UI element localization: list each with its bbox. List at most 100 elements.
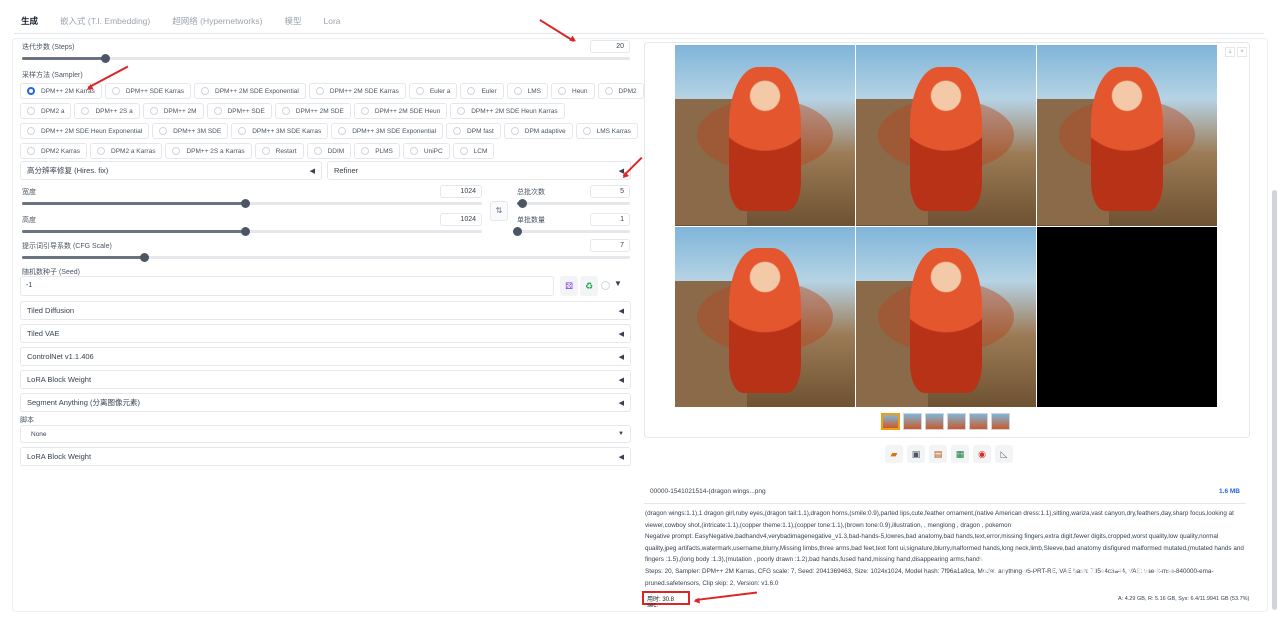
extra-seed-toggle-icon[interactable]: ▼ bbox=[614, 279, 622, 288]
batch-size-input[interactable]: 1 bbox=[590, 213, 630, 226]
sampler-option[interactable]: Euler a bbox=[408, 83, 458, 99]
sampler-option[interactable]: DPM++ 3M SDE bbox=[152, 123, 229, 139]
height-input[interactable]: 1024 bbox=[440, 213, 482, 226]
generated-image-4[interactable] bbox=[675, 226, 855, 407]
thumbnail[interactable] bbox=[969, 413, 988, 430]
tab-models[interactable]: 模型 bbox=[277, 11, 308, 31]
extra-seed-checkbox[interactable] bbox=[601, 281, 610, 290]
height-slider-thumb[interactable] bbox=[240, 227, 250, 236]
output-gallery: ⇣ × ▰ ▣ ▤ ▦ ◉ ◺ bbox=[644, 42, 1250, 463]
steps-slider-thumb[interactable] bbox=[100, 54, 110, 63]
accordion-tiled-vae[interactable]: Tiled VAE ◀ bbox=[20, 324, 631, 343]
tab-hypernetworks[interactable]: 超网络 (Hypernetworks) bbox=[165, 11, 269, 31]
sampler-option[interactable]: DPM++ 3M SDE Karras bbox=[231, 123, 329, 139]
sampler-option[interactable]: DPM++ 3M SDE Exponential bbox=[331, 123, 444, 139]
radio-icon bbox=[238, 127, 247, 135]
height-slider[interactable] bbox=[22, 227, 482, 236]
generated-image-1[interactable] bbox=[675, 45, 855, 226]
radio-icon bbox=[81, 107, 90, 115]
width-slider-thumb[interactable] bbox=[240, 199, 250, 208]
sampler-option[interactable]: LMS bbox=[506, 83, 548, 99]
width-slider[interactable] bbox=[22, 199, 482, 208]
sampler-label: 采样方法 (Sampler) bbox=[22, 72, 83, 79]
dice-random-seed-icon[interactable]: ⚄ bbox=[560, 276, 578, 296]
send-to-inpaint-icon[interactable]: ◉ bbox=[973, 445, 991, 463]
width-input[interactable]: 1024 bbox=[440, 185, 482, 198]
generated-image-5[interactable] bbox=[856, 226, 1036, 407]
accordion-lora-block-weight[interactable]: LoRA Block Weight ◀ bbox=[20, 370, 631, 389]
sampler-option[interactable]: DPM2 a bbox=[20, 103, 72, 119]
tab-generate[interactable]: 生成 bbox=[14, 11, 45, 31]
radio-icon bbox=[415, 87, 424, 95]
download-icon[interactable]: ⇣ bbox=[1225, 47, 1235, 57]
radio-icon bbox=[409, 147, 418, 155]
batch-count-input[interactable]: 5 bbox=[590, 185, 630, 198]
thumbnail[interactable] bbox=[947, 413, 966, 430]
thumbnail[interactable] bbox=[991, 413, 1010, 430]
script-label: 脚本 bbox=[20, 417, 34, 424]
sampler-option[interactable]: DPM++ 2M SDE bbox=[274, 103, 351, 119]
sampler-option[interactable]: DDIM bbox=[306, 143, 352, 159]
hires-fix-accordion[interactable]: 高分辨率修复 (Hires. fix) ◀ bbox=[20, 161, 322, 180]
sampler-option[interactable]: DPM++ 2M SDE Karras bbox=[308, 83, 406, 99]
sampler-option[interactable]: DPM adaptive bbox=[503, 123, 573, 139]
sampler-option[interactable]: DPM++ SDE Karras bbox=[104, 83, 191, 99]
script-select[interactable]: None ▼ bbox=[20, 425, 631, 443]
sampler-option-label: Euler a bbox=[429, 87, 451, 95]
send-to-img2img-icon[interactable]: ▦ bbox=[951, 445, 969, 463]
sampler-option[interactable]: DPM++ 2M SDE Heun Karras bbox=[450, 103, 565, 119]
generated-image-3[interactable] bbox=[1037, 45, 1217, 226]
accordion-segment-anything[interactable]: Segment Anything (分离图像元素) ◀ bbox=[20, 393, 631, 412]
recycle-seed-icon[interactable]: ♻ bbox=[580, 276, 598, 296]
sampler-option[interactable]: Heun bbox=[551, 83, 595, 99]
steps-slider[interactable] bbox=[22, 54, 630, 63]
cfg-input[interactable]: 7 bbox=[590, 239, 630, 252]
sampler-option[interactable]: Euler bbox=[460, 83, 504, 99]
sampler-option-label: DPM++ 2M SDE Heun Exponential bbox=[41, 127, 143, 135]
batch-count-slider-thumb[interactable] bbox=[517, 199, 527, 208]
thumbnail[interactable] bbox=[925, 413, 944, 430]
batch-size-slider[interactable] bbox=[513, 227, 630, 236]
sampler-option[interactable]: DPM++ 2S a Karras bbox=[165, 143, 252, 159]
sampler-option[interactable]: DPM++ 2M bbox=[142, 103, 204, 119]
send-to-extras-icon[interactable]: ◺ bbox=[995, 445, 1013, 463]
refiner-accordion[interactable]: Refiner ◀ bbox=[327, 161, 631, 180]
tab-embedding[interactable]: 嵌入式 (T.I. Embedding) bbox=[53, 11, 157, 31]
close-icon[interactable]: × bbox=[1237, 47, 1247, 57]
accordion-lora-block-weight-2[interactable]: LoRA Block Weight ◀ bbox=[20, 447, 631, 466]
swap-dimensions-button[interactable]: ⇅ bbox=[490, 201, 508, 221]
sampler-option[interactable]: LMS Karras bbox=[575, 123, 638, 139]
page-scrollbar[interactable] bbox=[1272, 190, 1277, 610]
zip-icon[interactable]: ▤ bbox=[929, 445, 947, 463]
cfg-slider[interactable] bbox=[22, 253, 630, 262]
sampler-option[interactable]: DPM fast bbox=[446, 123, 501, 139]
tab-lora[interactable]: Lora bbox=[316, 12, 347, 30]
steps-input[interactable]: 20 bbox=[590, 40, 630, 53]
sampler-option-label: DPM++ 2M SDE Heun bbox=[374, 107, 441, 115]
sampler-option[interactable]: DPM2 a Karras bbox=[90, 143, 163, 159]
sampler-option[interactable]: DPM++ 2M SDE Heun bbox=[353, 103, 448, 119]
batch-count-slider[interactable] bbox=[517, 199, 630, 208]
seed-input[interactable]: -1 bbox=[20, 276, 554, 296]
sampler-option[interactable]: DPM2 bbox=[597, 83, 644, 99]
folder-icon[interactable]: ▰ bbox=[885, 445, 903, 463]
accordion-controlnet[interactable]: ControlNet v1.1.406 ◀ bbox=[20, 347, 631, 366]
accordion-tiled-diffusion[interactable]: Tiled Diffusion ◀ bbox=[20, 301, 631, 320]
thumbnail-grid[interactable] bbox=[881, 413, 900, 430]
save-icon[interactable]: ▣ bbox=[907, 445, 925, 463]
sampler-option[interactable]: DPM2 Karras bbox=[20, 143, 88, 159]
sampler-option[interactable]: DPM++ 2S a bbox=[74, 103, 140, 119]
output-filename[interactable]: 00000-1541021514-(dragon wings...png bbox=[650, 488, 766, 495]
sampler-option[interactable]: PLMS bbox=[354, 143, 400, 159]
sampler-option-label: LMS Karras bbox=[596, 127, 631, 135]
sampler-option[interactable]: UniPC bbox=[402, 143, 450, 159]
thumbnail[interactable] bbox=[903, 413, 922, 430]
sampler-option[interactable]: DPM++ SDE bbox=[206, 103, 272, 119]
sampler-option[interactable]: DPM++ 2M SDE Exponential bbox=[194, 83, 306, 99]
sampler-option[interactable]: DPM++ 2M SDE Heun Exponential bbox=[20, 123, 150, 139]
generated-image-2[interactable] bbox=[856, 45, 1036, 226]
cfg-slider-thumb[interactable] bbox=[139, 253, 149, 262]
batch-size-slider-thumb[interactable] bbox=[513, 227, 522, 236]
sampler-option[interactable]: LCM bbox=[452, 143, 495, 159]
sampler-option[interactable]: Restart bbox=[254, 143, 304, 159]
